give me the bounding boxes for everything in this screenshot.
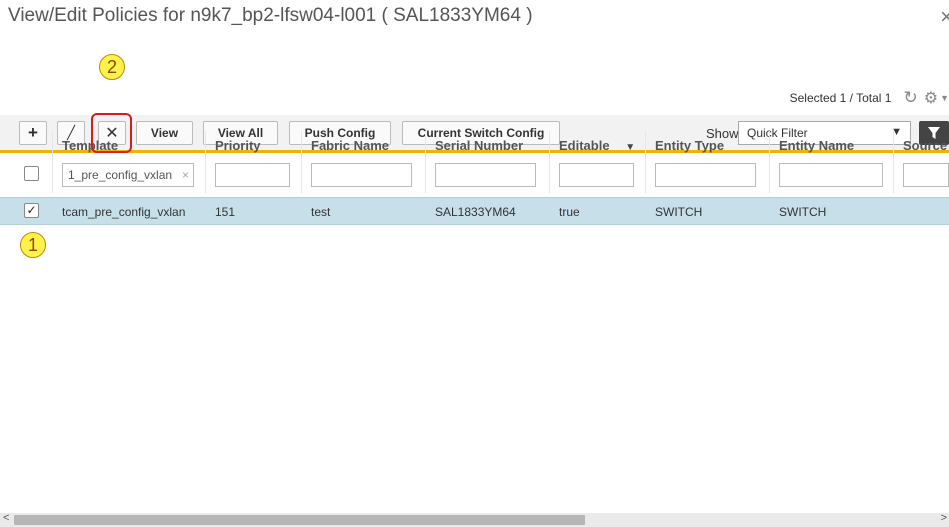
cell-entity-name: SWITCH: [779, 205, 827, 219]
column-divider[interactable]: [52, 131, 53, 193]
column-header-editable-label: Editable: [559, 138, 610, 153]
scroll-left-icon[interactable]: <: [3, 512, 9, 524]
template-filter-input[interactable]: 1_pre_config_vxlan ×: [62, 163, 194, 187]
dialog-title: View/Edit Policies for n9k7_bp2-lfsw04-l…: [8, 5, 533, 26]
add-button[interactable]: +: [19, 121, 47, 145]
view-button[interactable]: View: [136, 121, 193, 145]
chevron-down-icon[interactable]: ▼: [940, 93, 949, 103]
annotation-marker-2: 2: [99, 54, 125, 80]
entity-type-filter-input[interactable]: [655, 163, 756, 187]
entity-name-filter-input[interactable]: [779, 163, 883, 187]
selection-status-bar: Selected 1 / Total 1 ↻ ⚙ ▼: [790, 88, 949, 108]
cell-priority: 151: [215, 205, 236, 219]
serial-number-filter-input[interactable]: [435, 163, 536, 187]
column-divider[interactable]: [769, 131, 770, 193]
editable-filter-input[interactable]: [559, 163, 634, 187]
cell-entity-type: SWITCH: [655, 205, 703, 219]
cell-fabric-name: test: [311, 205, 331, 219]
column-header-editable[interactable]: Editable ▼: [559, 138, 635, 153]
template-filter-value: 1_pre_config_vxlan: [68, 168, 173, 182]
fabric-name-filter-input[interactable]: [311, 163, 412, 187]
column-header-serial-number[interactable]: Serial Number: [435, 138, 523, 153]
column-divider[interactable]: [425, 131, 426, 193]
selection-count: Selected 1 / Total 1: [789, 91, 892, 105]
sort-icon[interactable]: ▼: [625, 142, 635, 153]
horizontal-scrollbar[interactable]: < >: [0, 512, 949, 527]
column-header-entity-name[interactable]: Entity Name: [779, 138, 854, 153]
priority-filter-input[interactable]: [215, 163, 290, 187]
clear-filter-icon[interactable]: ×: [182, 168, 189, 182]
annotation-highlight-box: [91, 113, 132, 153]
cell-template: tcam_pre_config_vxlan: [62, 205, 186, 219]
cell-serial-number: SAL1833YM64: [435, 205, 516, 219]
annotation-marker-1: 1: [20, 232, 46, 258]
column-header-fabric-name[interactable]: Fabric Name: [311, 138, 389, 153]
column-header-source[interactable]: Source: [903, 138, 947, 153]
row-checkbox[interactable]: ✓: [24, 203, 39, 218]
refresh-icon[interactable]: ↻: [903, 88, 917, 108]
column-divider[interactable]: [645, 131, 646, 193]
select-all-checkbox[interactable]: [24, 166, 39, 181]
source-filter-input[interactable]: [903, 163, 949, 187]
table-row[interactable]: ✓ tcam_pre_config_vxlan 151 test SAL1833…: [0, 197, 949, 225]
column-divider[interactable]: [301, 131, 302, 193]
cell-editable: true: [559, 205, 580, 219]
scroll-right-icon[interactable]: >: [941, 512, 947, 524]
scrollbar-thumb[interactable]: [14, 515, 585, 525]
column-divider[interactable]: [549, 131, 550, 193]
gear-icon[interactable]: ⚙: [924, 88, 938, 108]
column-header-priority[interactable]: Priority: [215, 138, 261, 153]
column-divider[interactable]: [893, 131, 894, 193]
column-header-entity-type[interactable]: Entity Type: [655, 138, 724, 153]
close-icon[interactable]: ×: [940, 4, 949, 30]
column-divider[interactable]: [205, 131, 206, 193]
